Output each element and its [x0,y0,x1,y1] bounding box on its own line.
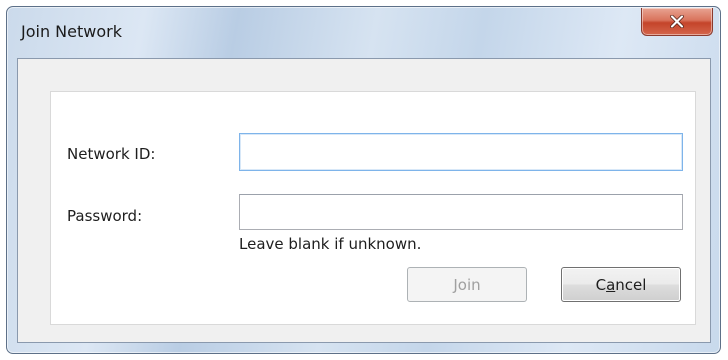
cancel-button[interactable]: Ca ncel [561,267,681,302]
join-label-rest: oin [457,275,481,294]
join-button[interactable]: Join [407,267,527,302]
form-panel: Network ID: Password: Leave blank if unk… [50,91,696,325]
password-input[interactable] [239,194,683,230]
close-icon [670,15,684,28]
cancel-label-rest: ncel [615,275,647,294]
close-button[interactable] [641,8,713,36]
password-label: Password: [67,207,143,225]
password-hint: Leave blank if unknown. [239,235,422,253]
cancel-label-pre: C [595,275,607,294]
dialog-client-area: Network ID: Password: Leave blank if unk… [17,58,711,343]
dialog-title: Join Network [21,22,122,41]
cancel-mnemonic: a [606,275,616,294]
title-bar[interactable]: Join Network [7,7,720,57]
join-network-dialog: Join Network Network ID: Password: Leave… [6,6,721,354]
network-id-label: Network ID: [67,145,156,163]
network-id-input[interactable] [239,133,683,171]
